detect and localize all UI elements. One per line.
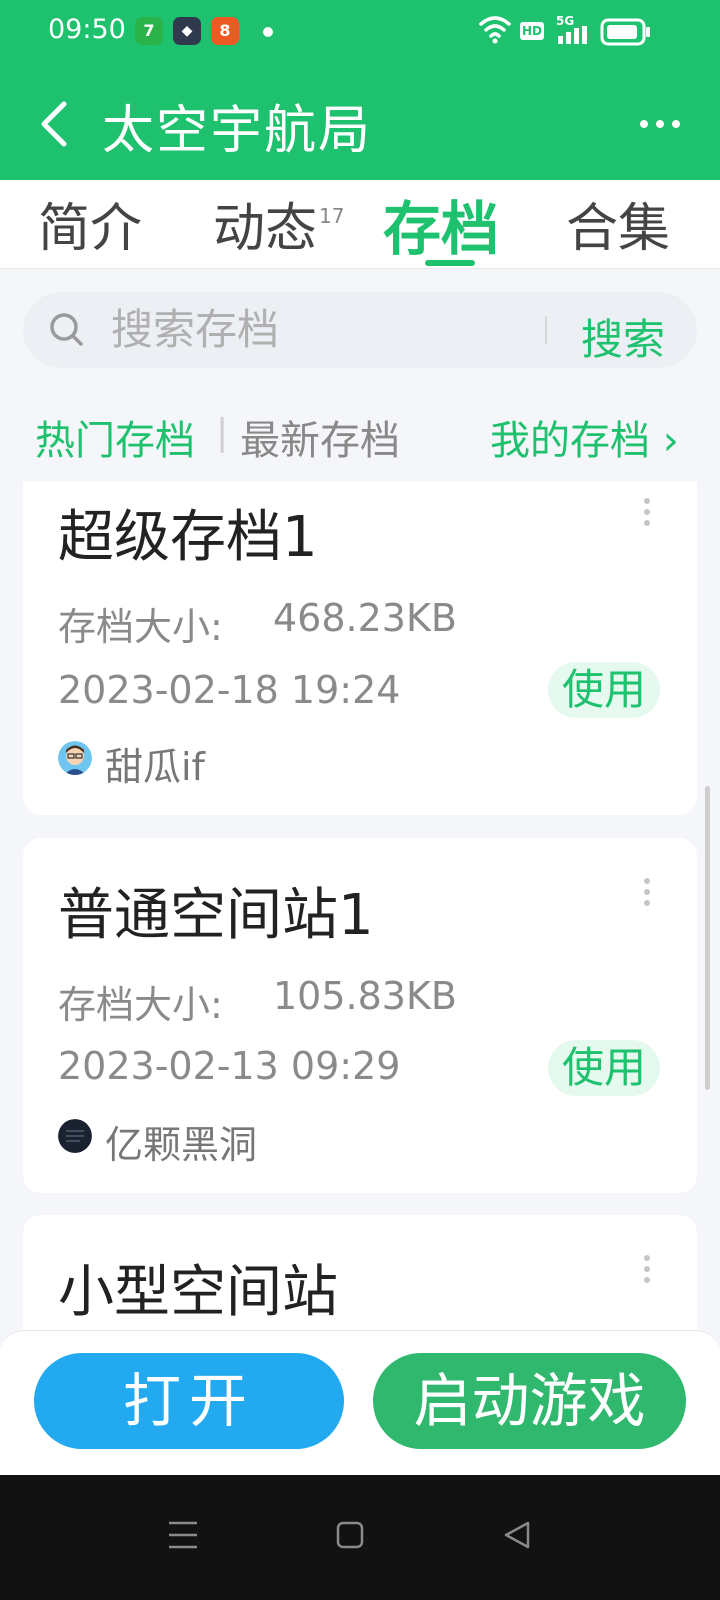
green-app-icon: 7: [135, 17, 163, 45]
save-title: 小型空间站: [58, 1260, 338, 1325]
bottom-action-bar: 打开 启动游戏: [0, 1330, 720, 1476]
author-avatar[interactable]: [58, 1119, 92, 1153]
hd-icon: HD: [520, 22, 544, 40]
menu-icon[interactable]: [163, 1515, 203, 1555]
save-size-label: 存档大小:: [58, 983, 223, 1027]
card-menu-icon[interactable]: [635, 878, 659, 908]
save-date: 2023-02-18 19:24: [58, 668, 401, 712]
wifi-icon: [479, 16, 511, 44]
tab-count-badge: 17: [319, 204, 345, 228]
tab-saves[interactable]: 存档: [383, 182, 499, 266]
status-bar: 09:50 7 ◆ 8 HD 5G: [0, 0, 720, 64]
orange-app-icon: 8: [211, 17, 239, 45]
battery-icon: [600, 18, 650, 46]
my-saves-link[interactable]: 我的存档 ›: [490, 408, 679, 466]
back-arrow-icon[interactable]: [28, 96, 84, 152]
use-save-button[interactable]: 使用: [548, 662, 660, 718]
card-menu-icon[interactable]: [635, 498, 659, 528]
author-name[interactable]: 亿颗黑洞: [105, 1114, 257, 1169]
open-button[interactable]: 打开: [34, 1353, 344, 1449]
tab-label: 简介: [38, 199, 143, 259]
filter-separator: |: [216, 412, 229, 453]
tab-label: 合集: [566, 199, 671, 259]
tab-label: 存档: [383, 195, 500, 263]
dark-app-icon: ◆: [173, 17, 201, 45]
page-title: 太空宇航局: [102, 101, 373, 161]
signal-icon: [558, 26, 587, 44]
card-menu-icon[interactable]: [635, 1255, 659, 1285]
search-input[interactable]: [109, 304, 513, 355]
app-header: 太空宇航局: [0, 74, 720, 174]
more-dots-icon[interactable]: [636, 104, 686, 144]
save-filter-row: 热门存档 | 最新存档 我的存档 ›: [0, 400, 720, 470]
scrollbar[interactable]: [705, 786, 710, 1090]
search-button[interactable]: 搜索: [581, 306, 665, 367]
tab-bar: 简介 动态 17 存档 合集: [0, 180, 720, 269]
save-size: 468.23KB: [273, 596, 457, 640]
tab-intro[interactable]: 简介: [38, 186, 142, 261]
save-card[interactable]: 超级存档1 存档大小: 468.23KB 2023-02-18 19:24 使用…: [23, 482, 697, 815]
tab-activity[interactable]: 动态 17: [213, 186, 344, 261]
save-title: 普通空间站1: [58, 883, 374, 948]
filter-newest-saves[interactable]: 最新存档: [240, 408, 400, 466]
save-size: 105.83KB: [273, 974, 457, 1018]
back-triangle-icon[interactable]: [498, 1515, 538, 1555]
save-date: 2023-02-13 09:29: [58, 1044, 401, 1088]
save-card[interactable]: 普通空间站1 存档大小: 105.83KB 2023-02-13 09:29 使…: [23, 838, 697, 1193]
notification-dot-icon: [263, 27, 273, 37]
search-divider: [545, 316, 547, 344]
status-time: 09:50: [48, 14, 126, 45]
search-bar: 搜索: [23, 292, 697, 368]
active-tab-indicator: [425, 260, 475, 266]
use-save-button[interactable]: 使用: [548, 1040, 660, 1096]
author-avatar[interactable]: [58, 741, 92, 775]
tab-collections[interactable]: 合集: [566, 186, 670, 261]
system-nav-bar: [0, 1475, 720, 1600]
author-name[interactable]: 甜瓜if: [105, 736, 205, 791]
filter-hot-saves[interactable]: 热门存档: [35, 408, 195, 466]
search-icon: [50, 313, 83, 346]
home-icon[interactable]: [330, 1515, 370, 1555]
start-game-button[interactable]: 启动游戏: [373, 1353, 686, 1449]
save-title: 超级存档1: [58, 505, 318, 570]
tab-label: 动态: [213, 199, 318, 259]
save-size-label: 存档大小:: [58, 605, 223, 649]
